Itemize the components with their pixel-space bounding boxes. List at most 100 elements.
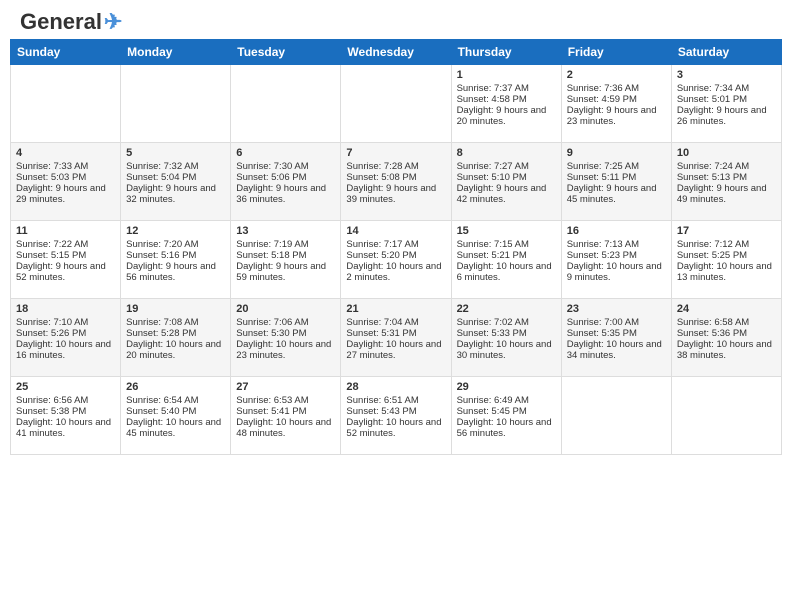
calendar-cell: 16 Sunrise: 7:13 AMSunset: 5:23 PMDayligh…: [561, 221, 671, 299]
header-row: SundayMondayTuesdayWednesdayThursdayFrid…: [11, 40, 782, 65]
sunrise-text: Sunrise: 6:58 AM: [677, 317, 776, 328]
calendar-table: SundayMondayTuesdayWednesdayThursdayFrid…: [10, 39, 782, 455]
sunset-text: Sunset: 5:30 PM: [236, 328, 335, 339]
daylight-text: Daylight: 10 hours and 16 minutes.: [16, 339, 115, 361]
calendar-cell: 14Sunrise: 7:17 AMSunset: 5:20 PMDayligh…: [341, 221, 451, 299]
calendar-cell: 13Sunrise: 7:19 AMSunset: 5:18 PMDayligh…: [231, 221, 341, 299]
daylight-text: Daylight: 10 hours and 9 minutes.: [567, 261, 666, 283]
calendar-cell: 29Sunrise: 6:49 AMSunset: 5:45 PMDayligh…: [451, 377, 561, 455]
sunrise-text: Sunrise: 7:15 AM: [457, 239, 556, 250]
sunset-text: Sunset: 5:01 PM: [677, 94, 776, 105]
day-number: 28: [346, 381, 445, 393]
sunset-text: Sunset: 4:59 PM: [567, 94, 666, 105]
daylight-text: Daylight: 9 hours and 29 minutes.: [16, 183, 115, 205]
sunset-text: Sunset: 5:21 PM: [457, 250, 556, 261]
calendar-cell: 4Sunrise: 7:33 AMSunset: 5:03 PMDaylight…: [11, 143, 121, 221]
sunset-text: Sunset: 5:43 PM: [346, 406, 445, 417]
sunset-text: Sunset: 5:31 PM: [346, 328, 445, 339]
daylight-text: Daylight: 10 hours and 13 minutes.: [677, 261, 776, 283]
sunset-text: Sunset: 5:33 PM: [457, 328, 556, 339]
sunrise-text: Sunrise: 7:20 AM: [126, 239, 225, 250]
calendar-cell: [231, 65, 341, 143]
sunset-text: Sunset: 5:13 PM: [677, 172, 776, 183]
sunrise-text: Sunrise: 7:25 AM: [567, 161, 666, 172]
calendar-week-row: 4Sunrise: 7:33 AMSunset: 5:03 PMDaylight…: [11, 143, 782, 221]
calendar-cell: 6Sunrise: 7:30 AMSunset: 5:06 PMDaylight…: [231, 143, 341, 221]
daylight-text: Daylight: 10 hours and 45 minutes.: [126, 417, 225, 439]
day-number: 1: [457, 69, 556, 81]
logo-text: General✈: [20, 10, 122, 34]
calendar-cell: 21Sunrise: 7:04 AMSunset: 5:31 PMDayligh…: [341, 299, 451, 377]
sunrise-text: Sunrise: 7:27 AM: [457, 161, 556, 172]
sunset-text: Sunset: 5:20 PM: [346, 250, 445, 261]
daylight-text: Daylight: 9 hours and 49 minutes.: [677, 183, 776, 205]
sunrise-text: Sunrise: 7:24 AM: [677, 161, 776, 172]
day-number: 21: [346, 303, 445, 315]
day-number: 9: [567, 147, 666, 159]
calendar-cell: [671, 377, 781, 455]
day-number: 22: [457, 303, 556, 315]
daylight-text: Daylight: 9 hours and 59 minutes.: [236, 261, 335, 283]
day-number: 7: [346, 147, 445, 159]
sunset-text: Sunset: 5:03 PM: [16, 172, 115, 183]
sunset-text: Sunset: 5:10 PM: [457, 172, 556, 183]
day-number: 15: [457, 225, 556, 237]
calendar-cell: 25Sunrise: 6:56 AMSunset: 5:38 PMDayligh…: [11, 377, 121, 455]
day-number: 20: [236, 303, 335, 315]
calendar-cell: 11Sunrise: 7:22 AMSunset: 5:15 PMDayligh…: [11, 221, 121, 299]
sunrise-text: Sunrise: 7:13 AM: [567, 239, 666, 250]
daylight-text: Daylight: 10 hours and 34 minutes.: [567, 339, 666, 361]
sunset-text: Sunset: 5:11 PM: [567, 172, 666, 183]
daylight-text: Daylight: 9 hours and 36 minutes.: [236, 183, 335, 205]
sunset-text: Sunset: 5:16 PM: [126, 250, 225, 261]
calendar-cell: 15Sunrise: 7:15 AMSunset: 5:21 PMDayligh…: [451, 221, 561, 299]
calendar-week-row: 25Sunrise: 6:56 AMSunset: 5:38 PMDayligh…: [11, 377, 782, 455]
daylight-text: Daylight: 9 hours and 39 minutes.: [346, 183, 445, 205]
daylight-text: Daylight: 10 hours and 41 minutes.: [16, 417, 115, 439]
calendar-cell: 12Sunrise: 7:20 AMSunset: 5:16 PMDayligh…: [121, 221, 231, 299]
sunrise-text: Sunrise: 7:22 AM: [16, 239, 115, 250]
day-number: 27: [236, 381, 335, 393]
calendar-cell: 28Sunrise: 6:51 AMSunset: 5:43 PMDayligh…: [341, 377, 451, 455]
sunset-text: Sunset: 5:25 PM: [677, 250, 776, 261]
sunrise-text: Sunrise: 7:00 AM: [567, 317, 666, 328]
sunrise-text: Sunrise: 6:51 AM: [346, 395, 445, 406]
calendar-cell: 26Sunrise: 6:54 AMSunset: 5:40 PMDayligh…: [121, 377, 231, 455]
day-number: 16: [567, 225, 666, 237]
calendar-cell: [561, 377, 671, 455]
daylight-text: Daylight: 9 hours and 26 minutes.: [677, 105, 776, 127]
calendar-week-row: 18Sunrise: 7:10 AMSunset: 5:26 PMDayligh…: [11, 299, 782, 377]
day-number: 10: [677, 147, 776, 159]
daylight-text: Daylight: 10 hours and 20 minutes.: [126, 339, 225, 361]
day-number: 13: [236, 225, 335, 237]
sunrise-text: Sunrise: 7:08 AM: [126, 317, 225, 328]
sunrise-text: Sunrise: 7:02 AM: [457, 317, 556, 328]
weekday-header: Friday: [561, 40, 671, 65]
sunrise-text: Sunrise: 6:54 AM: [126, 395, 225, 406]
calendar-week-row: 11Sunrise: 7:22 AMSunset: 5:15 PMDayligh…: [11, 221, 782, 299]
sunrise-text: Sunrise: 7:12 AM: [677, 239, 776, 250]
daylight-text: Daylight: 10 hours and 2 minutes.: [346, 261, 445, 283]
sunset-text: Sunset: 5:15 PM: [16, 250, 115, 261]
weekday-header: Saturday: [671, 40, 781, 65]
day-number: 26: [126, 381, 225, 393]
sunset-text: Sunset: 5:04 PM: [126, 172, 225, 183]
day-number: 8: [457, 147, 556, 159]
calendar-cell: 5Sunrise: 7:32 AMSunset: 5:04 PMDaylight…: [121, 143, 231, 221]
weekday-header: Tuesday: [231, 40, 341, 65]
sunset-text: Sunset: 5:26 PM: [16, 328, 115, 339]
calendar-cell: 18Sunrise: 7:10 AMSunset: 5:26 PMDayligh…: [11, 299, 121, 377]
daylight-text: Daylight: 10 hours and 23 minutes.: [236, 339, 335, 361]
day-number: 6: [236, 147, 335, 159]
day-number: 5: [126, 147, 225, 159]
day-number: 12: [126, 225, 225, 237]
calendar-cell: 22Sunrise: 7:02 AMSunset: 5:33 PMDayligh…: [451, 299, 561, 377]
daylight-text: Daylight: 10 hours and 27 minutes.: [346, 339, 445, 361]
calendar-container: SundayMondayTuesdayWednesdayThursdayFrid…: [0, 39, 792, 460]
daylight-text: Daylight: 9 hours and 23 minutes.: [567, 105, 666, 127]
sunset-text: Sunset: 5:23 PM: [567, 250, 666, 261]
daylight-text: Daylight: 9 hours and 20 minutes.: [457, 105, 556, 127]
day-number: 29: [457, 381, 556, 393]
sunrise-text: Sunrise: 6:49 AM: [457, 395, 556, 406]
calendar-cell: 23Sunrise: 7:00 AMSunset: 5:35 PMDayligh…: [561, 299, 671, 377]
